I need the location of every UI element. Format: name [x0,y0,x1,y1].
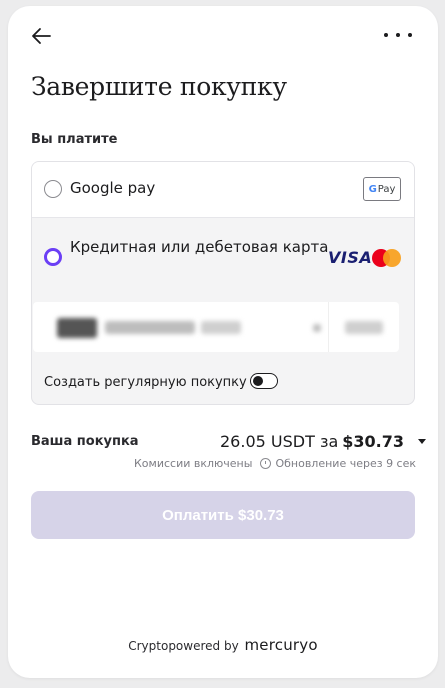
saved-card-field-masked[interactable] [33,302,399,352]
mercuryo-logo: mercuryo [244,636,318,654]
chevron-down-icon [418,439,426,444]
purchase-price: $30.73 [342,432,404,451]
visa-logo: VISA [328,248,373,267]
more-menu-button[interactable] [384,28,412,42]
clock-icon [260,458,272,469]
footer: Cryptopowered by mercuryo [8,636,438,654]
google-pay-radio[interactable] [44,180,62,198]
arrow-left-icon [32,28,51,44]
you-pay-label: Вы платите [31,132,118,147]
payment-methods: Google pay G Pay Кредитная или дебетовая… [31,161,415,405]
footer-prefix: Cryptopowered by [128,639,239,653]
refresh-timer-text: Обновление через 9 сек [275,457,417,470]
card-radio[interactable] [44,248,62,266]
recurring-purchase-toggle[interactable] [250,373,278,389]
purchase-amount-dropdown[interactable]: 26.05 USDT за $30.73 [220,432,426,451]
back-button[interactable] [30,26,52,46]
your-purchase-label: Ваша покупка [31,434,139,449]
page-title: Завершите покупку [31,72,287,101]
purchase-amount-text: 26.05 USDT за [220,432,339,451]
google-pay-badge-text: Pay [377,183,396,195]
more-dots-icon [384,33,388,37]
pay-button[interactable]: Оплатить $30.73 [31,491,415,539]
recurring-purchase-label: Создать регулярную покупку [44,375,247,390]
toggle-knob [253,376,263,386]
google-pay-label: Google pay [70,179,156,197]
card-brand-blurred-icon [57,318,97,338]
card-method-label: Кредитная или дебетовая карта [70,238,329,256]
fees-info: Комиссии включены Обновление через 9 сек [134,457,416,470]
fees-included-text: Комиссии включены [134,457,253,470]
payment-method-google-pay[interactable]: Google pay G Pay [32,162,414,218]
payment-method-card[interactable]: Кредитная или дебетовая карта VISA [32,218,414,298]
google-pay-badge-icon: G Pay [363,177,401,201]
mastercard-logo-icon [372,248,402,268]
checkout-card: Завершите покупку Вы платите Google pay … [8,6,438,678]
